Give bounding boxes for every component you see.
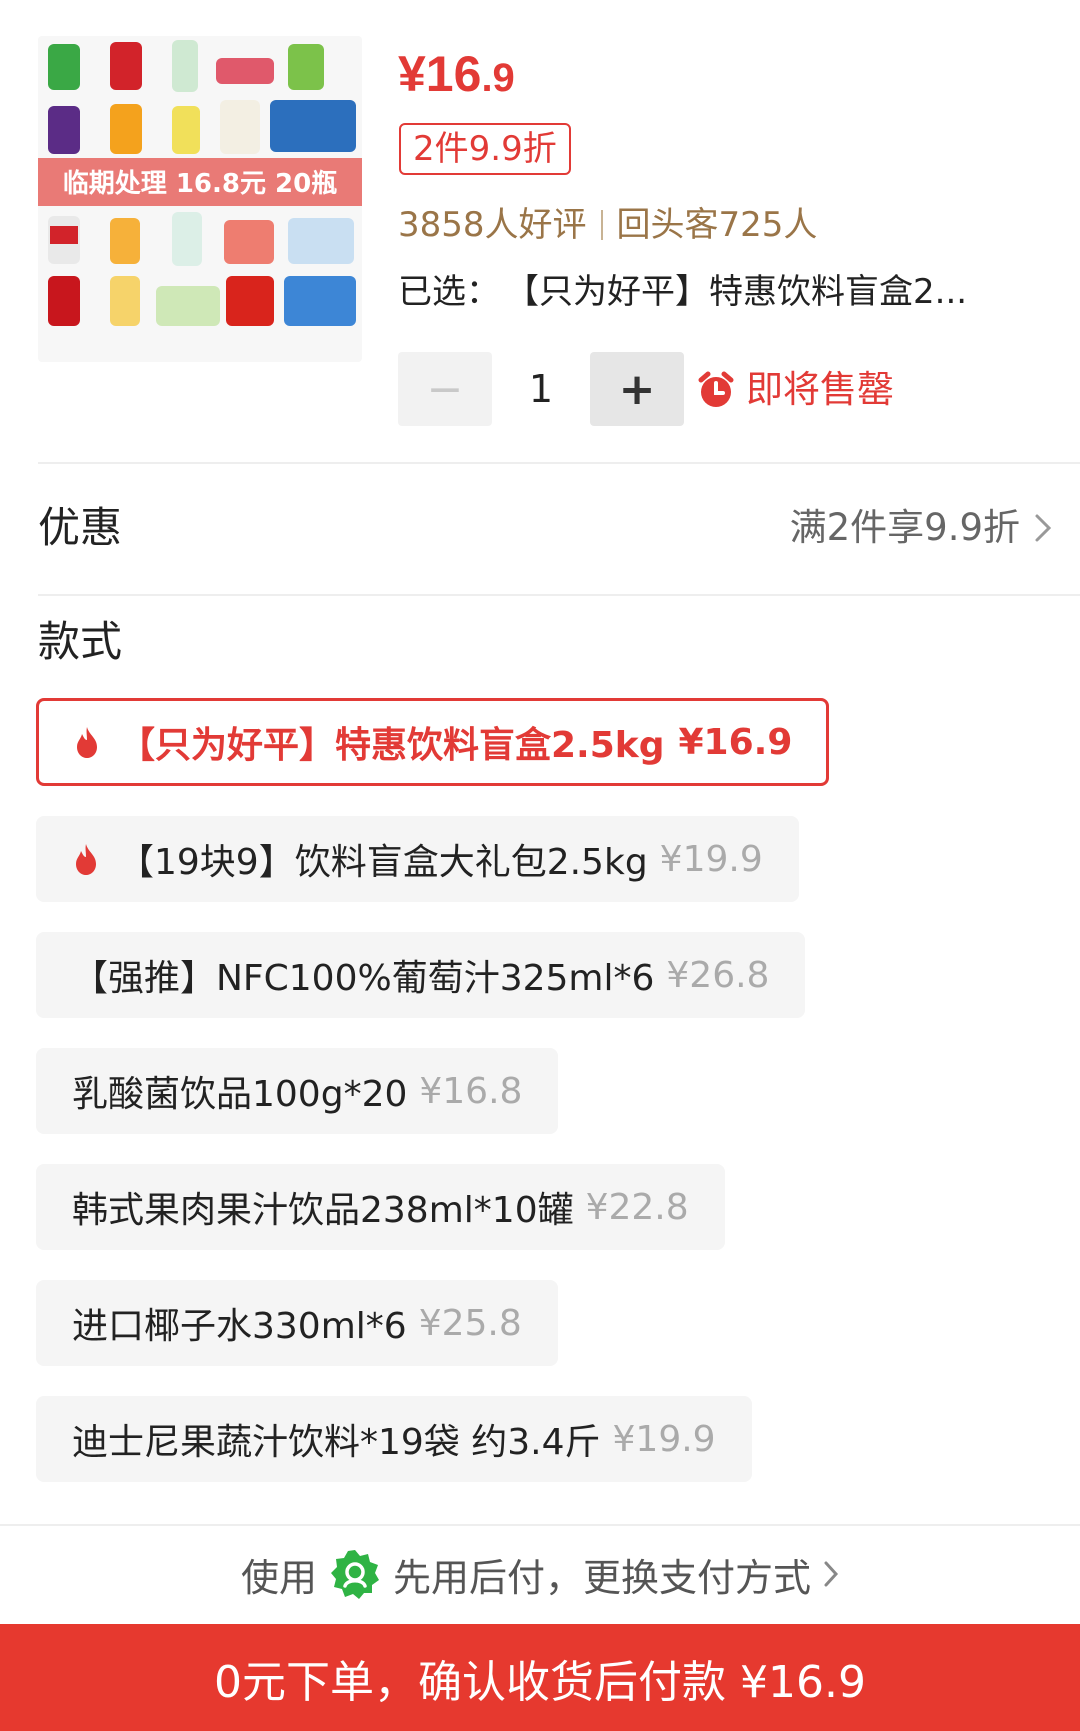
product-price: ¥16.9 — [398, 40, 515, 112]
style-option-name: 【强推】NFC100%葡萄汁325ml*6 — [72, 958, 655, 999]
chevron-right-icon — [1035, 514, 1052, 542]
style-option-price: ¥16.8 — [419, 1070, 523, 1112]
decrease-button[interactable]: − — [398, 352, 492, 426]
product-header: 临期处理 16.8元 20瓶 ¥16.9 2件9.9折 3858人好评 回头客7… — [0, 0, 1080, 460]
style-option[interactable]: 进口椰子水330ml*6 ¥25.8 — [36, 1280, 558, 1366]
style-options: 【只为好平】特惠饮料盲盒2.5kg ¥16.9 【19块9】饮料盲盒大礼包2.5… — [36, 698, 1056, 1512]
increase-button[interactable]: + — [590, 352, 684, 426]
product-image[interactable]: 临期处理 16.8元 20瓶 — [38, 36, 362, 362]
quantity-stepper: − 1 + — [398, 352, 684, 426]
style-option-price: ¥19.9 — [659, 838, 763, 880]
quantity-value[interactable]: 1 — [492, 367, 590, 411]
stats-divider — [600, 210, 603, 240]
style-option-price: ¥19.9 — [612, 1418, 716, 1460]
style-option-selected[interactable]: 【只为好平】特惠饮料盲盒2.5kg ¥16.9 — [36, 698, 830, 786]
discount-value: 满2件享9.9折 — [790, 498, 1052, 558]
payment-method-text: 先用后付，更换支付方式 — [393, 1555, 812, 1600]
style-option[interactable]: 【19块9】饮料盲盒大礼包2.5kg ¥19.9 — [36, 816, 799, 902]
stock-status-label: 即将售罄 — [746, 368, 894, 411]
repeat-buyers: 回头客725人 — [616, 205, 818, 245]
payment-method-bar[interactable]: 使用 先用后付，更换支付方式 — [0, 1524, 1080, 1624]
selected-label: 已选： — [398, 272, 500, 312]
place-order-button[interactable]: 0元下单，确认收货后付款 ¥16.9 — [0, 1624, 1080, 1731]
selected-value: 【只为好平】特惠饮料盲盒2... — [522, 272, 968, 312]
style-option-name: 迪士尼果蔬汁饮料*19袋 约3.4斤 — [72, 1422, 601, 1463]
review-count: 3858人好评 — [398, 205, 587, 245]
style-option-name: 【只为好平】特惠饮料盲盒2.5kg — [119, 725, 665, 766]
promo-badge: 2件9.9折 — [399, 123, 571, 175]
style-option[interactable]: 【强推】NFC100%葡萄汁325ml*6 ¥26.8 — [36, 932, 806, 1018]
price-main: ¥16 — [398, 46, 482, 102]
style-option[interactable]: 韩式果肉果汁饮品238ml*10罐 ¥22.8 — [36, 1164, 725, 1250]
pay-later-badge-icon — [331, 1550, 379, 1599]
style-option[interactable]: 迪士尼果蔬汁饮料*19袋 约3.4斤 ¥19.9 — [36, 1396, 752, 1482]
style-option-name: 乳酸菌饮品100g*20 — [72, 1074, 408, 1115]
product-stats: 3858人好评 回头客725人 — [398, 197, 817, 253]
style-option-price: ¥22.8 — [585, 1186, 689, 1228]
price-cents: .9 — [481, 56, 515, 100]
style-option-name: 韩式果肉果汁饮品238ml*10罐 — [72, 1190, 574, 1231]
discount-label: 优惠 — [38, 503, 123, 552]
divider — [38, 462, 1080, 464]
selected-variant[interactable]: 已选： 【只为好平】特惠饮料盲盒2... — [398, 264, 1053, 320]
alarm-clock-icon — [698, 371, 734, 407]
divider — [38, 594, 1080, 596]
discount-row[interactable]: 优惠 满2件享9.9折 — [0, 470, 1080, 590]
flame-icon — [76, 844, 96, 875]
style-option-name: 进口椰子水330ml*6 — [72, 1306, 407, 1347]
style-option-price: ¥26.8 — [666, 954, 770, 996]
style-option-price: ¥25.8 — [418, 1302, 522, 1344]
discount-value-text: 满2件享9.9折 — [789, 506, 1020, 549]
style-option[interactable]: 乳酸菌饮品100g*20 ¥16.8 — [36, 1048, 559, 1134]
style-option-price: ¥16.9 — [678, 721, 793, 763]
payment-prefix: 使用 — [240, 1555, 317, 1600]
style-section-title: 款式 — [38, 617, 123, 666]
chevron-right-icon — [824, 1561, 839, 1587]
style-option-name: 【19块9】饮料盲盒大礼包2.5kg — [118, 842, 648, 883]
flame-icon — [77, 727, 97, 758]
stock-status: 即将售罄 — [696, 360, 894, 420]
product-image-caption: 临期处理 16.8元 20瓶 — [63, 168, 337, 199]
